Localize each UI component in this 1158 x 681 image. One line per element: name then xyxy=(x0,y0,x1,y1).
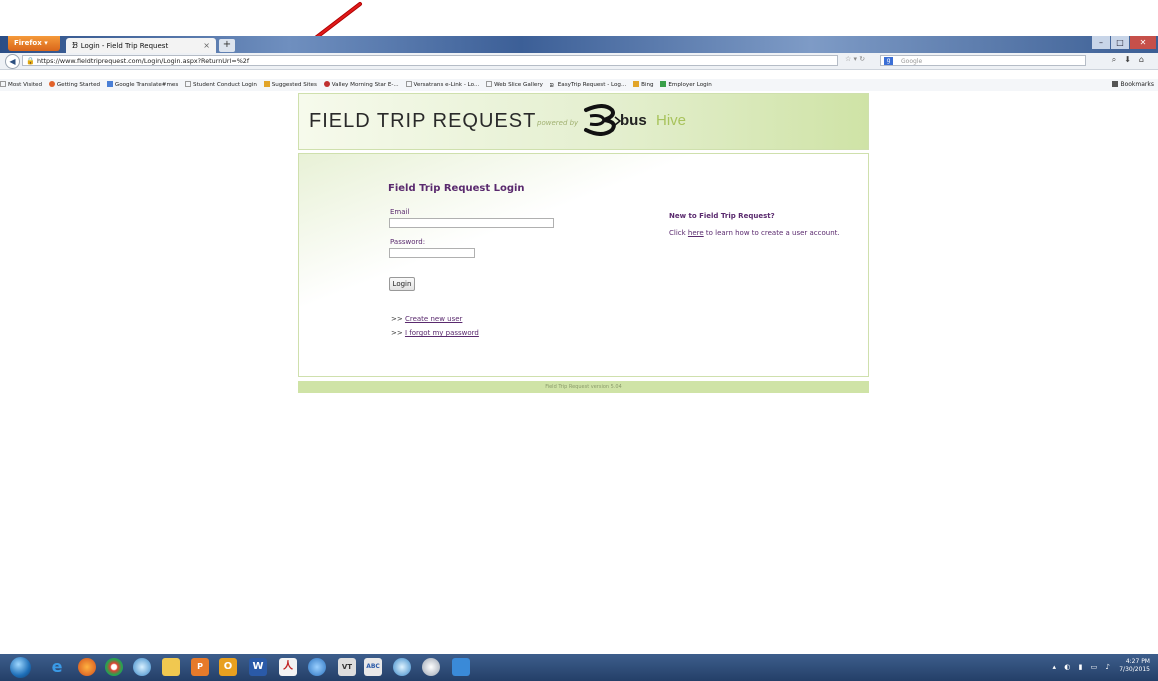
site-title: FIELD TRIP REQUEST xyxy=(309,110,537,132)
system-tray-icons[interactable]: ▴ ◐ ▮ ▭ ♪ xyxy=(1053,663,1113,671)
page-container: FIELD TRIP REQUEST powered by bus Hive F… xyxy=(298,93,869,393)
bookmark-item[interactable]: Getting Started xyxy=(48,79,100,91)
login-button[interactable]: Login xyxy=(389,277,415,291)
new-text-post: to learn how to create a user account. xyxy=(703,229,840,237)
forgot-password-line: >> I forgot my password xyxy=(391,329,479,337)
bookmark-item[interactable]: Valley Morning Star E-... xyxy=(323,79,399,91)
close-tab-icon[interactable]: × xyxy=(203,38,210,53)
bookmark-icon xyxy=(323,81,330,87)
star-icon[interactable]: ☆ xyxy=(845,55,851,63)
brand-hive: Hive xyxy=(656,112,687,129)
powered-by-text: powered by xyxy=(537,119,579,127)
bookmark-icon xyxy=(0,81,6,87)
back-button[interactable]: ◀ xyxy=(5,54,20,69)
vt-icon[interactable]: VT xyxy=(338,658,356,676)
window-controls: – □ ✕ xyxy=(1091,36,1156,51)
globe-icon[interactable] xyxy=(393,658,411,676)
url-text: https://www.fieldtriprequest.com/Login/L… xyxy=(37,57,250,65)
bookmark-icon xyxy=(263,81,270,87)
bookmark-item[interactable]: Most Visited xyxy=(0,79,42,91)
clock[interactable]: 4:27 PM 7/30/2015 xyxy=(1119,658,1150,674)
start-button-icon[interactable] xyxy=(10,657,31,678)
home-icon[interactable]: ⌂ xyxy=(1139,55,1152,64)
bookmark-item[interactable]: ᗿ EasyTrip Request - Log... xyxy=(550,79,627,91)
outlook-icon[interactable]: O xyxy=(219,658,237,676)
navigation-bar: ◀ 🔒 https://www.fieldtriprequest.com/Log… xyxy=(0,53,1158,70)
browser-title-bar: Firefox ▾ ᗿ Login - Field Trip Request × … xyxy=(0,36,1158,53)
toolbar-icons: ⌕⬇⌂ xyxy=(1112,55,1152,65)
create-new-user-link[interactable]: Create new user xyxy=(405,315,462,323)
url-bar-icons: ☆ ▾ ↻ xyxy=(845,55,865,63)
bookmark-item[interactable]: Web Slice Gallery xyxy=(486,79,543,91)
new-text-pre: Click xyxy=(669,229,688,237)
minimize-icon[interactable]: – xyxy=(1092,36,1110,49)
bookmark-icon xyxy=(486,81,493,87)
new-user-heading: New to Field Trip Request? xyxy=(669,212,775,220)
password-label: Password: xyxy=(390,238,426,246)
reload-icon[interactable]: ↻ xyxy=(859,55,865,63)
bushive-logo-icon xyxy=(584,104,622,136)
create-user-line: >> Create new user xyxy=(391,315,462,323)
download-icon[interactable]: ⬇ xyxy=(1124,55,1139,64)
tab-title: Login - Field Trip Request xyxy=(80,42,169,50)
site-banner: FIELD TRIP REQUEST powered by bus Hive xyxy=(298,93,869,150)
powerpoint-icon[interactable]: P xyxy=(191,658,209,676)
url-bar[interactable]: 🔒 https://www.fieldtriprequest.com/Login… xyxy=(22,55,838,66)
close-window-icon[interactable]: ✕ xyxy=(1130,36,1156,49)
login-panel: Field Trip Request Login Email Password:… xyxy=(298,153,869,377)
abc-icon[interactable]: ABC xyxy=(364,658,382,676)
bookmark-item[interactable]: Versatrans e-Link - Lo... xyxy=(405,79,479,91)
bushive-favicon-icon: ᗿ xyxy=(72,41,78,50)
bookmarks-menu[interactable]: Bookmarks xyxy=(1112,79,1154,91)
bookmark-item[interactable]: Employer Login xyxy=(660,79,712,91)
bookmark-icon xyxy=(1112,81,1119,87)
page-footer: Field Trip Request version 5.04 xyxy=(298,381,869,393)
bookmark-item[interactable]: Google Translate#mes xyxy=(106,79,178,91)
new-tab-button[interactable]: + xyxy=(219,39,235,52)
dropdown-icon[interactable]: ▾ xyxy=(854,55,858,63)
firefox-menu-button[interactable]: Firefox ▾ xyxy=(8,36,60,51)
bookmark-item[interactable]: Bing xyxy=(633,79,654,91)
bookmark-icon xyxy=(405,81,412,87)
media-icon[interactable] xyxy=(133,658,151,676)
firefox-icon[interactable] xyxy=(78,658,96,676)
app-icon[interactable] xyxy=(452,658,470,676)
bookmark-item[interactable]: Suggested Sites xyxy=(263,79,317,91)
password-field[interactable] xyxy=(389,248,475,258)
here-link[interactable]: here xyxy=(688,229,704,237)
email-field[interactable] xyxy=(389,218,554,228)
bookmark-icon xyxy=(185,81,192,87)
search-placeholder: Google xyxy=(901,58,923,65)
word-icon[interactable]: W xyxy=(249,658,267,676)
bookmark-icon xyxy=(660,81,667,87)
clock-date: 7/30/2015 xyxy=(1119,666,1150,673)
maximize-icon[interactable]: □ xyxy=(1111,36,1129,49)
google-icon: g xyxy=(884,57,893,65)
bookmark-icon xyxy=(633,81,640,87)
bookmarks-toolbar: Most Visited Getting Started Google Tran… xyxy=(0,79,1158,91)
forgot-password-link[interactable]: I forgot my password xyxy=(405,329,479,337)
bookmark-icon: ᗿ xyxy=(549,83,554,89)
bookmark-icon xyxy=(48,81,55,87)
chrome-icon[interactable] xyxy=(105,658,123,676)
bookmark-item[interactable]: Student Conduct Login xyxy=(185,79,257,91)
lock-icon: 🔒 xyxy=(26,57,35,65)
login-title: Field Trip Request Login xyxy=(388,183,525,194)
bookmark-icon xyxy=(106,81,113,87)
search-icon[interactable]: ⌕ xyxy=(1112,55,1124,64)
email-label: Email xyxy=(390,208,410,216)
brand-bus: bus xyxy=(620,112,647,129)
acrobat-icon[interactable]: 人 xyxy=(279,658,297,676)
search-input[interactable]: g Google xyxy=(880,55,1086,66)
link-prefix: >> xyxy=(391,329,403,337)
link-prefix: >> xyxy=(391,315,403,323)
folder-icon[interactable] xyxy=(162,658,180,676)
tab-login[interactable]: ᗿ Login - Field Trip Request × xyxy=(66,38,216,53)
network-icon[interactable] xyxy=(308,658,326,676)
disc-icon[interactable] xyxy=(422,658,440,676)
windows-taskbar: e P O W 人 VT ABC ▴ ◐ ▮ ▭ ♪ 4:27 PM 7/30/… xyxy=(0,654,1158,681)
clock-time: 4:27 PM xyxy=(1125,658,1150,665)
new-user-text: Click here to learn how to create a user… xyxy=(669,229,849,237)
internet-explorer-icon[interactable]: e xyxy=(48,658,66,676)
